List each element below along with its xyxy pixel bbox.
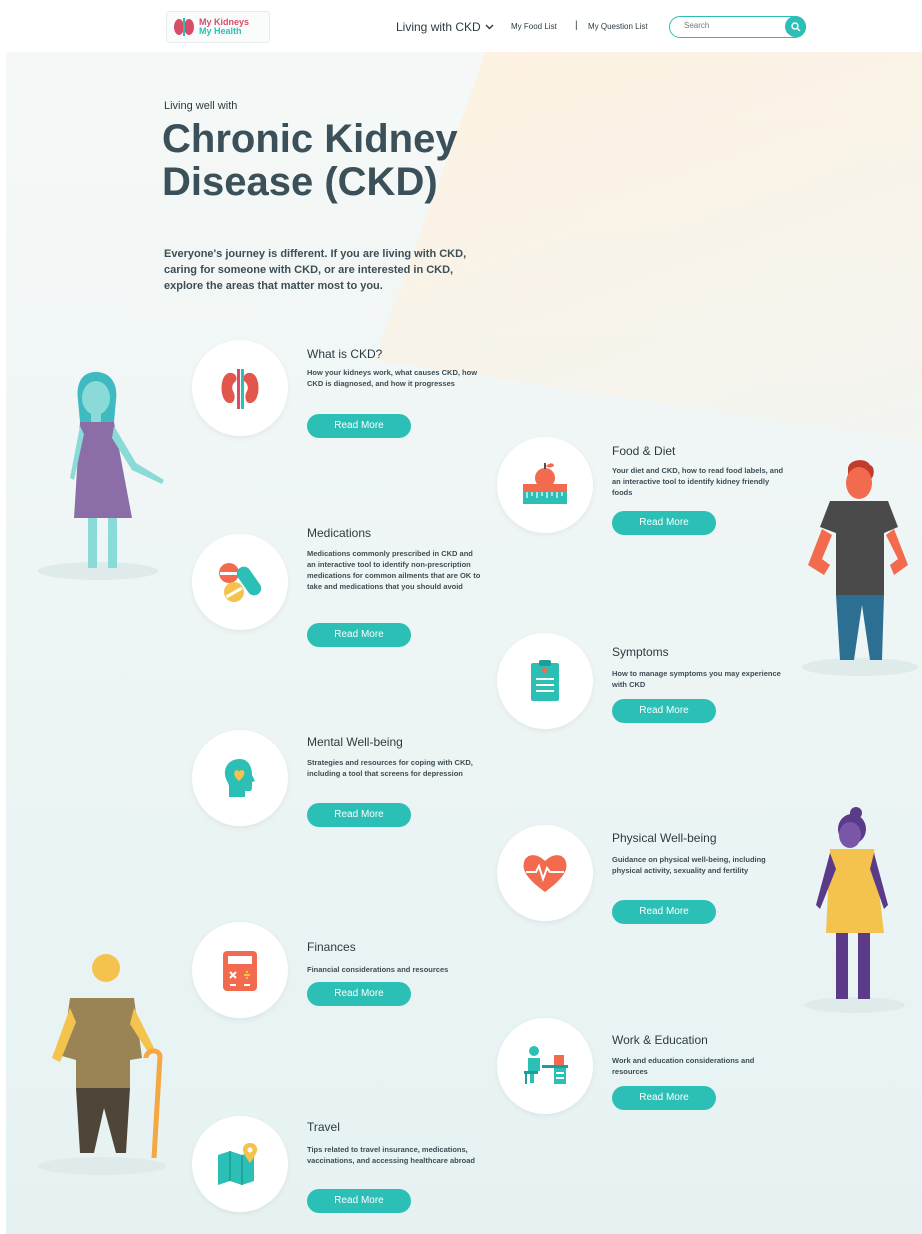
topic-icon-circle [497,437,593,533]
nav-living-with-ckd[interactable]: Living with CKD [396,20,494,34]
desk-icon [524,1046,568,1084]
topic-title: What is CKD? [307,347,383,361]
read-more-button[interactable]: Read More [307,982,411,1006]
search-input[interactable] [682,20,786,31]
topic-desc: Work and education considerations and re… [612,1056,755,1076]
topic-desc: Strategies and resources for coping with… [307,758,473,778]
search-icon [790,21,800,31]
topic-desc: How your kidneys work, what causes CKD, … [307,368,478,388]
topic-icon-circle [497,633,593,729]
clipboard-icon [531,660,559,701]
topic-desc: Your diet and CKD, how to read food labe… [612,466,784,497]
topic-desc: Financial considerations and resources [307,965,449,974]
topic-icon-circle [192,730,288,826]
topic-title: Mental Well-being [307,735,403,749]
kidney-icon [221,369,259,409]
topic-desc: How to manage symptoms you may experienc… [612,669,781,689]
read-more-button[interactable]: Read More [307,414,411,438]
topic-icon-circle [192,340,288,436]
topic-icon-circle [192,922,288,1018]
topic-desc: Tips related to travel insurance, medica… [307,1145,475,1165]
read-more-button[interactable]: Read More [612,699,716,723]
map-pin-icon [218,1143,258,1185]
read-more-button[interactable]: Read More [307,623,411,647]
logo-line2: My Health [199,26,242,36]
read-more-button[interactable]: Read More [307,803,411,827]
topic-title: Medications [307,526,372,540]
topic-title: Physical Well-being [612,831,717,845]
read-more-button[interactable]: Read More [612,1086,716,1110]
page-title: Chronic Kidney Disease (CKD) [162,117,458,204]
girl-illustration [38,372,164,580]
pills-icon [219,563,262,602]
topic-title: Work & Education [612,1033,708,1047]
nav-question-list[interactable]: My Question List [588,22,648,31]
food-scale-icon [523,463,567,504]
search-button[interactable] [785,16,806,37]
hero-subtitle: Living well with [164,100,238,112]
topic-desc: Guidance on physical well-being, includi… [612,855,766,875]
search-box [669,16,806,38]
nav-separator: | [575,20,578,31]
chevron-down-icon [485,24,494,30]
elderly-man-illustration [38,954,166,1175]
hero-intro: Everyone's journey is different. If you … [164,248,467,292]
kidney-logo-icon [174,18,194,36]
topic-icon-circle [192,1116,288,1212]
calculator-icon [223,951,257,991]
man-illustration [802,460,918,676]
read-more-button[interactable]: Read More [612,511,716,535]
woman-illustration [805,807,905,1013]
topic-icon-circle [497,1018,593,1114]
topic-title: Finances [307,940,356,954]
heart-pulse-icon [523,855,567,892]
topic-title: Travel [307,1120,340,1134]
nav-living-label: Living with CKD [396,20,481,34]
head-heart-icon [224,759,255,797]
nav-food-list[interactable]: My Food List [511,22,557,31]
read-more-button[interactable]: Read More [612,900,716,924]
topic-title: Symptoms [612,645,669,659]
read-more-button[interactable]: Read More [307,1189,411,1213]
topic-icon-circle [497,825,593,921]
site-header: My Kidneys My Health Living with CKD My … [0,0,922,52]
topic-title: Food & Diet [612,444,676,458]
topic-icon-circle [192,534,288,630]
site-logo[interactable]: My Kidneys My Health [166,11,270,43]
topic-desc: Medications commonly prescribed in CKD a… [307,549,481,591]
